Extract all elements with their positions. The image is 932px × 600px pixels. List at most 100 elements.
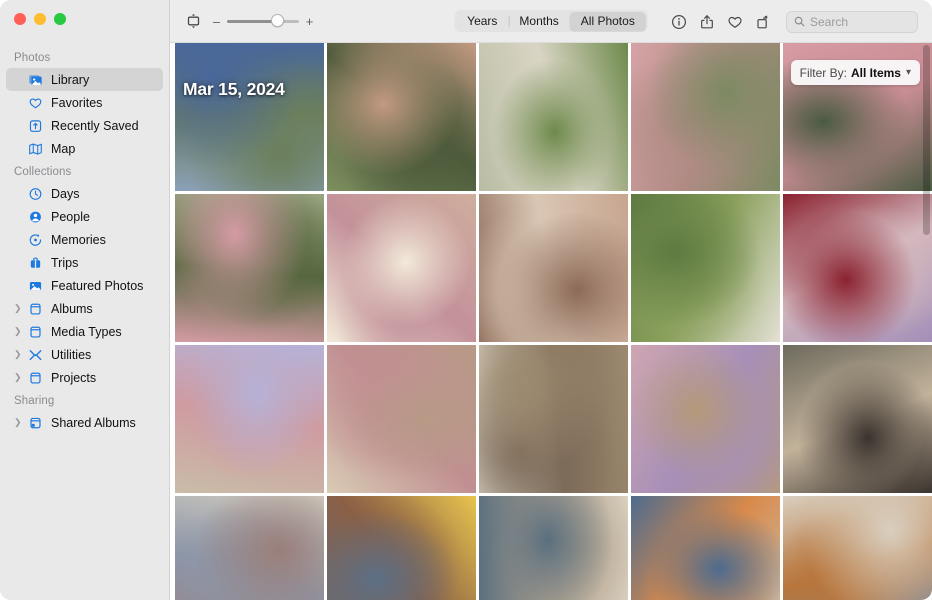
segmented-control: Years Months All Photos xyxy=(454,10,648,32)
photo-thumbnail[interactable] xyxy=(631,496,780,600)
photo-thumbnail[interactable] xyxy=(479,345,628,493)
sidebar-item-label: Recently Saved xyxy=(51,118,139,133)
featured-photo-icon xyxy=(26,278,45,294)
zoom-control[interactable]: – + xyxy=(212,14,314,29)
tab-all-photos[interactable]: All Photos xyxy=(569,11,646,31)
photo-image xyxy=(783,496,932,600)
minimize-window-button[interactable] xyxy=(34,13,46,25)
view-mode-segmented-control: Years Months All Photos xyxy=(454,10,648,32)
sidebar-item-label: Featured Photos xyxy=(51,278,144,293)
search-icon xyxy=(794,16,805,27)
photo-image xyxy=(479,43,628,191)
sidebar-item-projects[interactable]: ❯ Projects xyxy=(6,366,163,389)
photo-image xyxy=(327,43,476,191)
sidebar: Photos❯Library❯Favorites❯Recently Saved❯… xyxy=(0,0,170,600)
photo-thumbnail[interactable] xyxy=(327,496,476,600)
photo-image xyxy=(631,345,780,493)
sidebar-item-days[interactable]: ❯Days xyxy=(6,182,163,205)
photo-thumbnail[interactable] xyxy=(783,345,932,493)
photo-thumbnail[interactable] xyxy=(175,194,324,342)
person-circle-icon xyxy=(26,209,45,225)
search-field[interactable]: Search xyxy=(786,10,918,33)
rotate-icon[interactable] xyxy=(750,9,776,35)
photos-library-icon xyxy=(26,72,45,88)
suitcase-icon xyxy=(26,255,45,271)
sidebar-item-trips[interactable]: ❯Trips xyxy=(6,251,163,274)
sidebar-item-albums[interactable]: ❯ Albums xyxy=(6,297,163,320)
zoom-in-button[interactable]: + xyxy=(305,14,314,29)
photo-thumbnail[interactable] xyxy=(479,194,628,342)
maximize-window-button[interactable] xyxy=(54,13,66,25)
sidebar-item-library[interactable]: ❯Library xyxy=(6,68,163,91)
tab-years[interactable]: Years xyxy=(456,12,508,31)
photo-image xyxy=(479,496,628,600)
photo-thumbnail[interactable] xyxy=(631,194,780,342)
vertical-scrollbar[interactable] xyxy=(923,45,930,235)
sidebar-item-label: Library xyxy=(51,72,90,87)
photo-thumbnail[interactable] xyxy=(175,496,324,600)
toolbar: – + Years Months All Photos Search xyxy=(170,0,932,43)
sidebar-item-people[interactable]: ❯People xyxy=(6,205,163,228)
sidebar-item-memories[interactable]: ❯Memories xyxy=(6,228,163,251)
sidebar-item-favorites[interactable]: ❯Favorites xyxy=(6,91,163,114)
photo-image xyxy=(631,43,780,191)
sidebar-section-header: Collections xyxy=(14,166,72,178)
sidebar-item-media-types[interactable]: ❯ Media Types xyxy=(6,320,163,343)
zoom-slider-knob[interactable] xyxy=(271,14,284,27)
zoom-slider[interactable] xyxy=(227,14,299,28)
share-icon[interactable] xyxy=(694,9,720,35)
info-icon[interactable] xyxy=(666,9,692,35)
photo-thumbnail[interactable] xyxy=(327,345,476,493)
photo-thumbnail[interactable] xyxy=(175,43,324,191)
sidebar-item-map[interactable]: ❯Map xyxy=(6,137,163,160)
photo-image xyxy=(327,194,476,342)
zoom-slider-fill xyxy=(227,20,277,23)
photo-thumbnail[interactable] xyxy=(479,43,628,191)
sidebar-item-shared-albums[interactable]: ❯ Shared Albums xyxy=(6,411,163,434)
chevron-right-icon[interactable]: ❯ xyxy=(14,350,25,359)
photo-thumbnail[interactable] xyxy=(783,194,932,342)
photo-thumbnail[interactable] xyxy=(327,194,476,342)
photo-image xyxy=(631,496,780,600)
sidebar-item-label: Albums xyxy=(51,301,93,316)
search-placeholder: Search xyxy=(810,14,849,29)
sidebar-item-label: Media Types xyxy=(51,324,122,339)
photo-thumbnail[interactable] xyxy=(631,43,780,191)
filter-by-dropdown[interactable]: Filter By: All Items ▾ xyxy=(790,60,920,85)
photo-thumbnail[interactable] xyxy=(175,345,324,493)
photo-image xyxy=(783,345,932,493)
photo-thumbnail[interactable] xyxy=(631,345,780,493)
toolbar-right-group: Search xyxy=(666,0,932,43)
heart-icon xyxy=(26,95,45,111)
photos-window: Photos❯Library❯Favorites❯Recently Saved❯… xyxy=(0,0,932,600)
sidebar-section-header: Photos xyxy=(14,52,51,64)
sidebar-item-label: Memories xyxy=(51,232,106,247)
sidebar-item-utilities[interactable]: ❯ Utilities xyxy=(6,343,163,366)
zoom-out-button[interactable]: – xyxy=(212,14,221,29)
photo-thumbnail[interactable] xyxy=(327,43,476,191)
favorite-heart-icon[interactable] xyxy=(722,9,748,35)
sidebar-item-label: Trips xyxy=(51,255,79,270)
chevron-right-icon[interactable]: ❯ xyxy=(14,418,25,427)
photo-image xyxy=(175,496,324,600)
close-window-button[interactable] xyxy=(14,13,26,25)
memories-icon xyxy=(26,232,45,248)
photo-image xyxy=(631,194,780,342)
chevron-right-icon[interactable]: ❯ xyxy=(14,327,25,336)
sidebar-item-featured-photos[interactable]: ❯Featured Photos xyxy=(6,274,163,297)
tab-months[interactable]: Months xyxy=(508,12,569,31)
sidebar-item-label: Shared Albums xyxy=(51,415,136,430)
sidebar-item-label: People xyxy=(51,209,90,224)
clock-icon xyxy=(26,186,45,202)
sidebar-list: Photos❯Library❯Favorites❯Recently Saved❯… xyxy=(0,42,169,600)
photo-thumbnail[interactable] xyxy=(783,496,932,600)
photo-thumbnail[interactable] xyxy=(479,496,628,600)
chevron-right-icon[interactable]: ❯ xyxy=(14,304,25,313)
sidebar-item-label: Days xyxy=(51,186,80,201)
photo-image xyxy=(327,345,476,493)
photo-image xyxy=(783,194,932,342)
aspect-fit-icon[interactable] xyxy=(180,8,206,34)
sidebar-item-recently-saved[interactable]: ❯Recently Saved xyxy=(6,114,163,137)
chevron-right-icon[interactable]: ❯ xyxy=(14,373,25,382)
shared-album-icon xyxy=(26,415,45,431)
